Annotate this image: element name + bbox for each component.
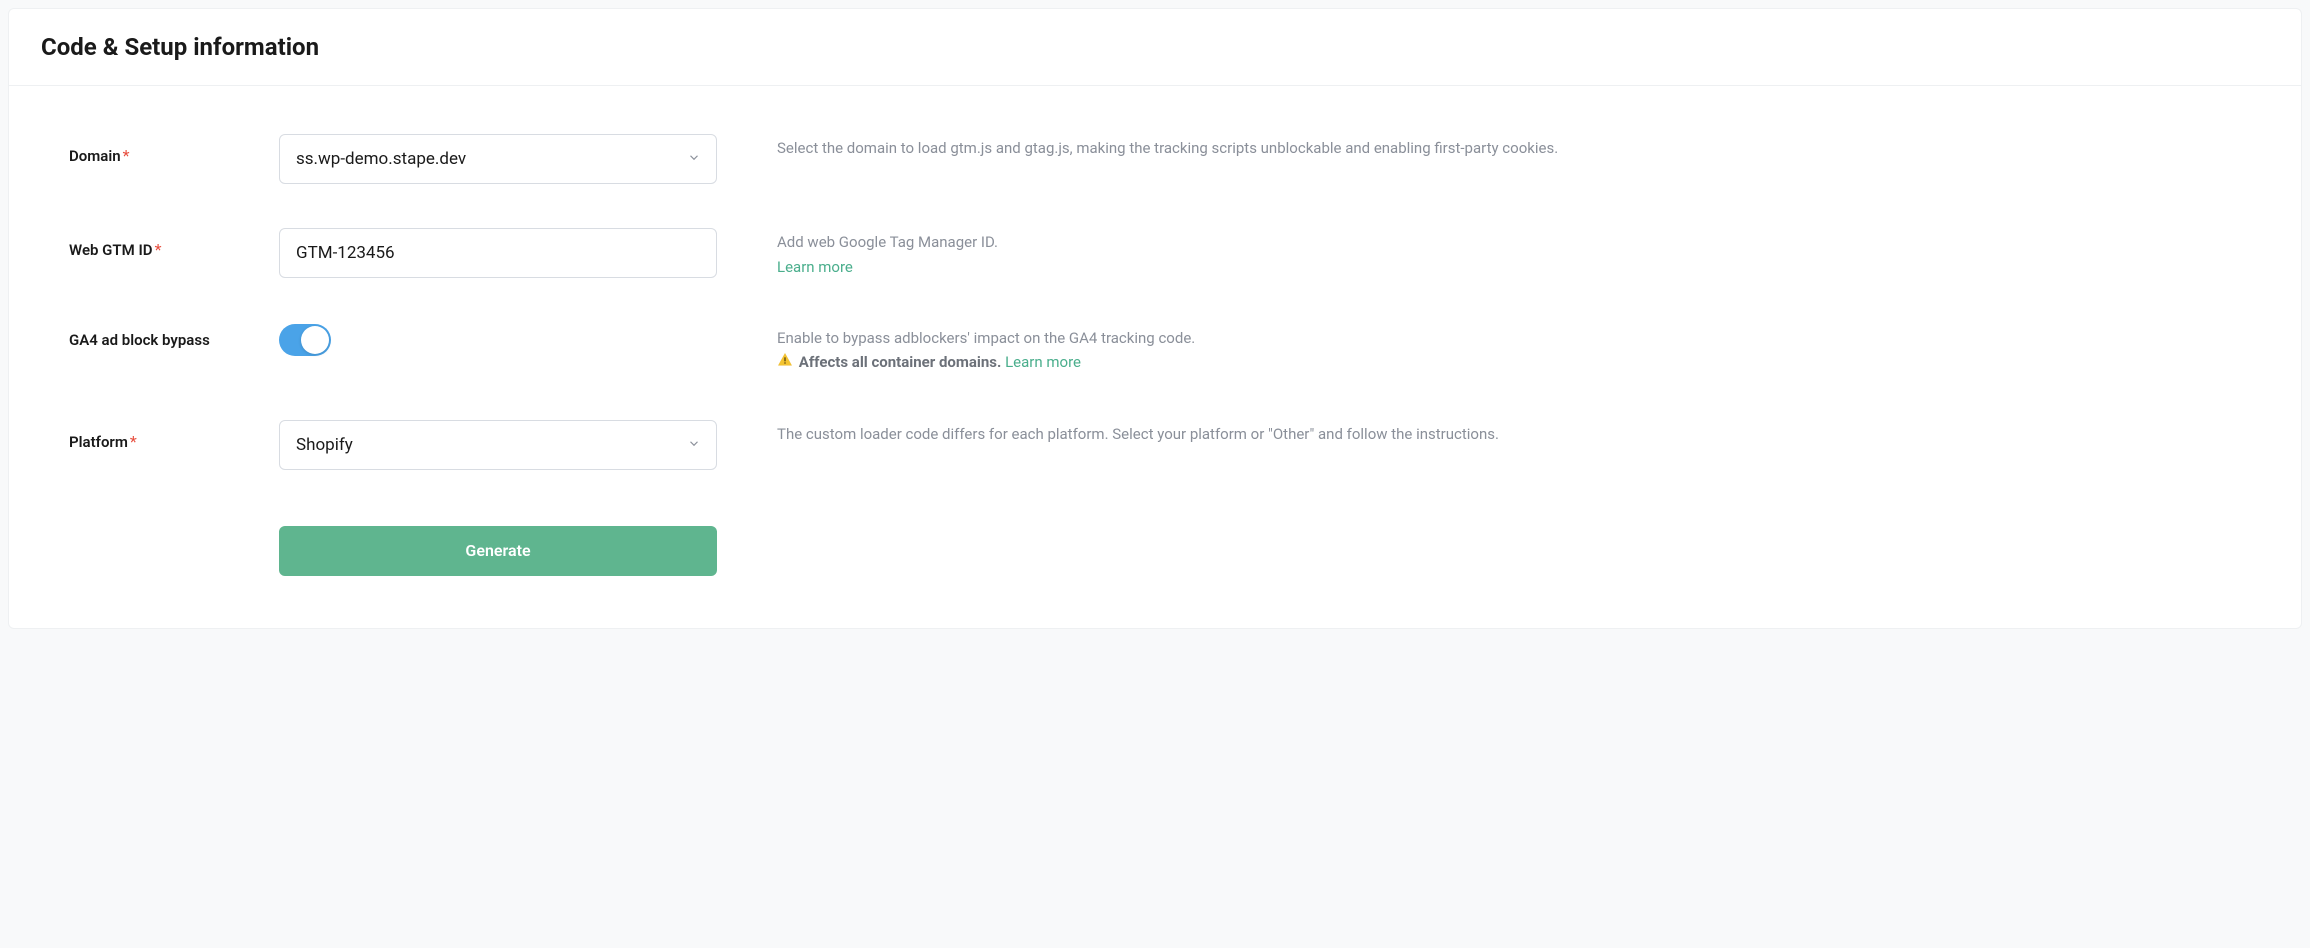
card-body: Domain* ss.wp-demo.stape.dev Select the … [9,86,2301,628]
domain-row: Domain* ss.wp-demo.stape.dev Select the … [69,134,2241,184]
ga4-label-col: GA4 ad block bypass [69,324,279,349]
gtm-learn-more-link[interactable]: Learn more [777,258,853,276]
button-row: Generate [69,526,2241,576]
setup-card: Code & Setup information Domain* ss.wp-d… [8,8,2302,629]
platform-select[interactable]: Shopify [279,420,717,470]
domain-help-col: Select the domain to load gtm.js and gta… [717,134,2241,161]
platform-label: Platform [69,433,128,451]
gtm-label-col: Web GTM ID* [69,228,279,259]
page-title: Code & Setup information [41,33,2269,61]
platform-required: * [130,432,137,451]
gtm-required: * [155,240,162,259]
domain-required: * [123,146,130,165]
platform-help-col: The custom loader code differs for each … [717,420,2241,447]
platform-select-value: Shopify [296,435,353,455]
ga4-help-col: Enable to bypass adblockers' impact on t… [717,324,2241,376]
platform-label-col: Platform* [69,420,279,451]
domain-select-wrapper: ss.wp-demo.stape.dev [279,134,717,184]
gtm-input[interactable] [279,228,717,278]
warning-icon [777,351,793,376]
domain-label: Domain [69,147,121,165]
domain-help-text: Select the domain to load gtm.js and gta… [777,136,2241,161]
ga4-help-content: Enable to bypass adblockers' impact on t… [777,329,1195,347]
gtm-help-text: Add web Google Tag Manager ID. Learn mor… [777,230,2241,280]
platform-help-text: The custom loader code differs for each … [777,422,2241,447]
platform-row: Platform* Shopify The custom loader code… [69,420,2241,470]
toggle-thumb [301,326,329,354]
domain-select-value: ss.wp-demo.stape.dev [296,149,466,169]
gtm-label: Web GTM ID [69,241,153,259]
ga4-help-text: Enable to bypass adblockers' impact on t… [777,326,2241,376]
card-header: Code & Setup information [9,9,2301,86]
gtm-control-col [279,228,717,278]
ga4-learn-more-link[interactable]: Learn more [1005,353,1081,371]
button-spacer [69,526,279,576]
ga4-row: GA4 ad block bypass Enable to bypass adb… [69,324,2241,376]
gtm-help-col: Add web Google Tag Manager ID. Learn mor… [717,228,2241,280]
domain-label-col: Domain* [69,134,279,165]
platform-select-wrapper: Shopify [279,420,717,470]
ga4-label: GA4 ad block bypass [69,331,210,349]
ga4-control-col [279,324,717,360]
generate-button[interactable]: Generate [279,526,717,576]
platform-control-col: Shopify [279,420,717,470]
gtm-help-content: Add web Google Tag Manager ID. [777,233,998,251]
domain-select[interactable]: ss.wp-demo.stape.dev [279,134,717,184]
ga4-toggle[interactable] [279,324,331,356]
gtm-row: Web GTM ID* Add web Google Tag Manager I… [69,228,2241,280]
ga4-warning-text: Affects all container domains. [799,353,1002,371]
domain-control-col: ss.wp-demo.stape.dev [279,134,717,184]
